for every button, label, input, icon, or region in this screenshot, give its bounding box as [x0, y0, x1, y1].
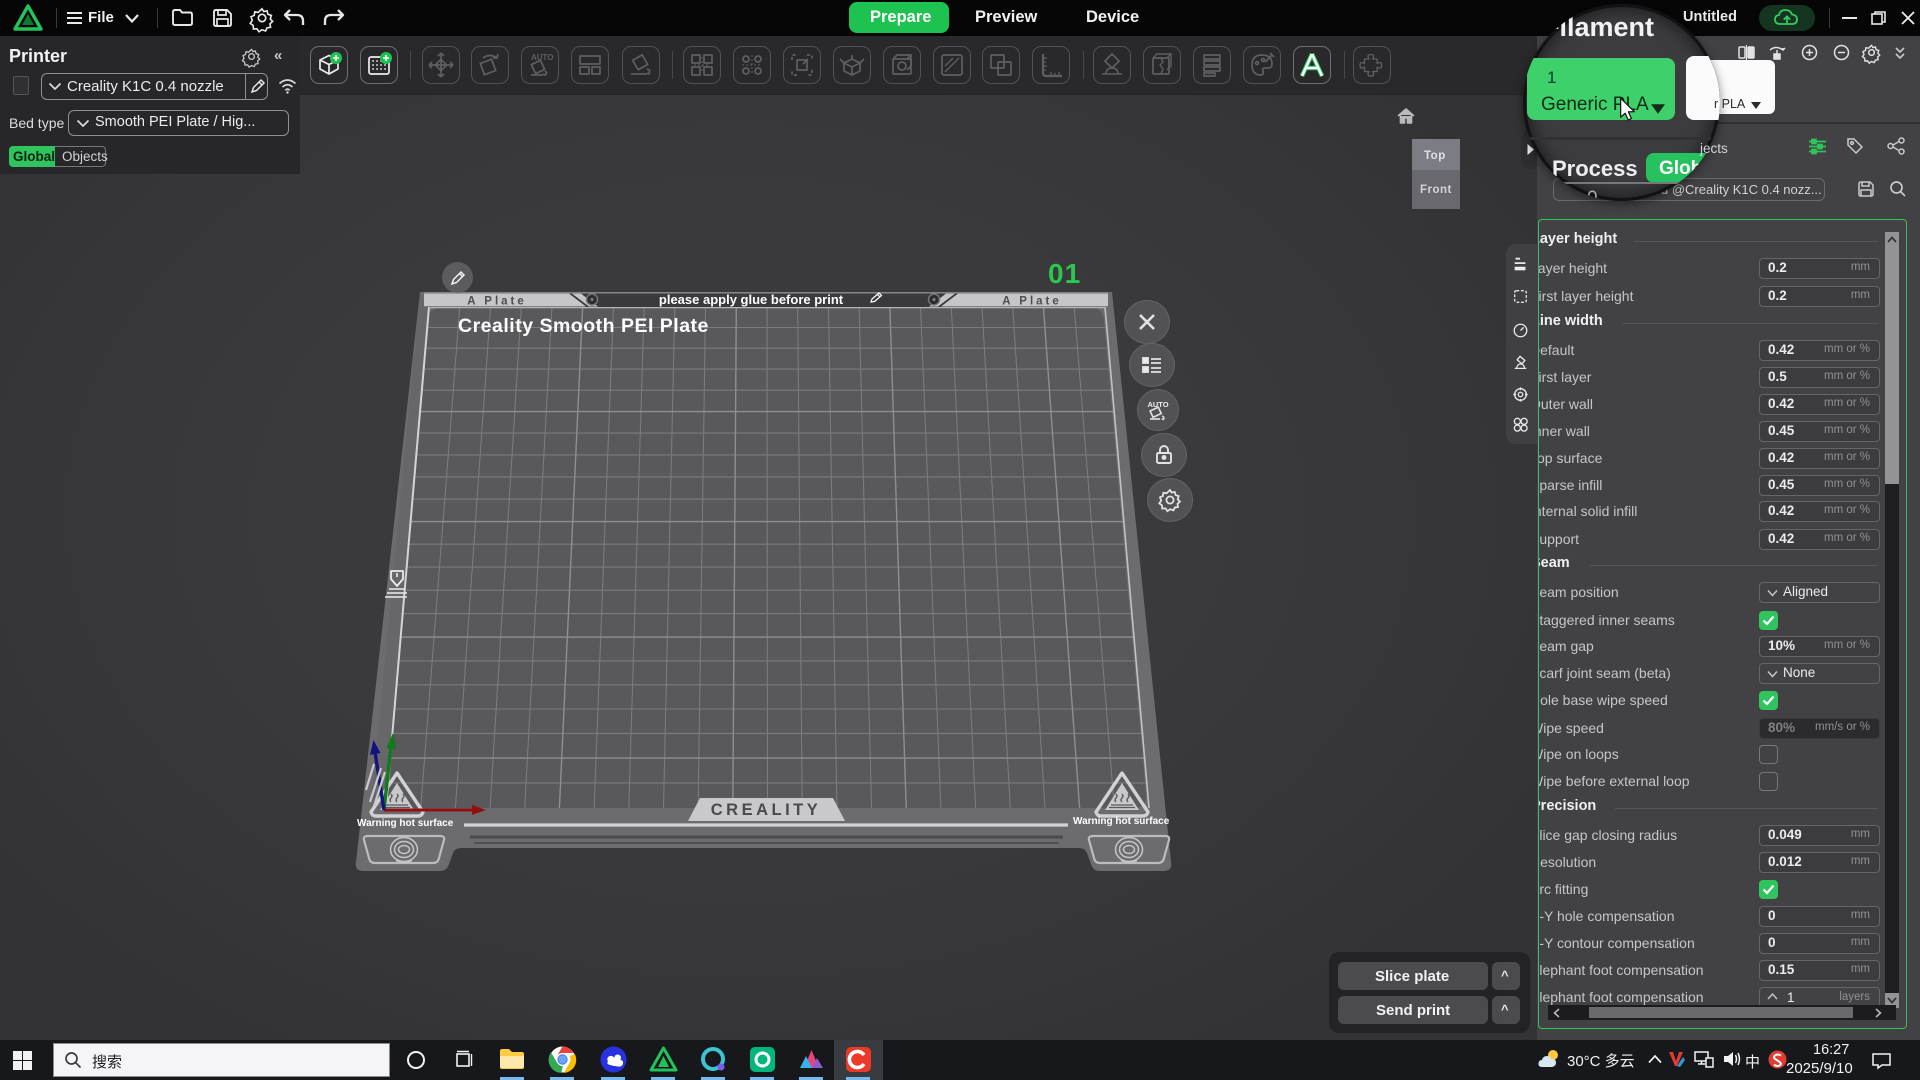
svg-text:Warning hot surface: Warning hot surface — [357, 818, 454, 829]
svg-text:please apply glue before print: please apply glue before print — [659, 292, 844, 307]
svg-text:AUTO: AUTO — [531, 53, 554, 62]
svg-text:A Plate: A Plate — [467, 296, 527, 308]
svg-text:A Plate: A Plate — [1002, 296, 1062, 308]
svg-text:Warning hot surface: Warning hot surface — [1073, 816, 1170, 827]
svg-text:CREALITY: CREALITY — [711, 801, 822, 819]
svg-text:Creality Smooth PEI Plate: Creality Smooth PEI Plate — [458, 315, 709, 337]
